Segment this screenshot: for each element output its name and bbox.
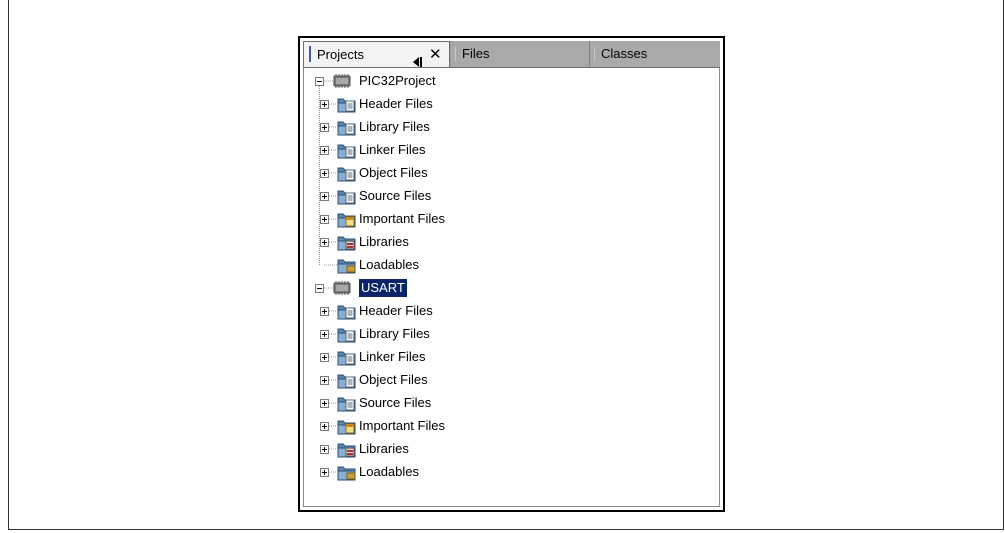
tab-bar: Projects ✕ Files Classes <box>303 41 720 68</box>
project-chip-icon <box>333 74 351 93</box>
tree-node-label[interactable]: Linker Files <box>359 348 425 366</box>
toggle-plus-bar <box>324 424 325 429</box>
tree-node-label-selected[interactable]: USART <box>359 279 407 297</box>
toggle-plus-bar <box>324 470 325 475</box>
tree-node-label[interactable]: Header Files <box>359 95 433 113</box>
toggle-minus-bar <box>317 81 322 82</box>
expand-toggle[interactable] <box>320 399 329 408</box>
tab-separator <box>455 47 456 61</box>
tree-node-label[interactable]: Important Files <box>359 417 445 435</box>
expand-toggle[interactable] <box>320 123 329 132</box>
expand-toggle[interactable] <box>320 468 329 477</box>
toggle-plus-bar <box>324 102 325 107</box>
tab-projects[interactable]: Projects ✕ <box>303 41 450 67</box>
expand-toggle[interactable] <box>320 353 329 362</box>
expand-toggle[interactable] <box>320 422 329 431</box>
tree-node-label[interactable]: Loadables <box>359 256 419 274</box>
tab-files[interactable]: Files <box>451 41 589 67</box>
tree-node-label[interactable]: Linker Files <box>359 141 425 159</box>
tree-node-label[interactable]: Header Files <box>359 302 433 320</box>
tree-node-label[interactable]: Object Files <box>359 164 428 182</box>
tab-files-label: Files <box>462 46 490 61</box>
tree-node-label[interactable]: Libraries <box>359 440 409 458</box>
folder-doc-icon <box>337 96 357 118</box>
toggle-plus-bar <box>324 217 325 222</box>
tree-node-label[interactable]: Source Files <box>359 394 431 412</box>
expand-toggle[interactable] <box>320 445 329 454</box>
tab-separator <box>594 47 595 61</box>
folder-doc-icon <box>337 395 357 417</box>
tree-node-label[interactable]: Library Files <box>359 325 430 343</box>
folder-important-icon <box>337 211 357 233</box>
toggle-plus-bar <box>324 401 325 406</box>
folder-doc-icon <box>337 142 357 164</box>
folder-doc-icon <box>337 326 357 348</box>
toggle-plus-bar <box>324 447 325 452</box>
expand-toggle[interactable] <box>320 215 329 224</box>
expand-toggle[interactable] <box>320 376 329 385</box>
folder-doc-icon <box>337 349 357 371</box>
tab-classes[interactable]: Classes <box>589 41 720 67</box>
folder-lib-icon <box>337 234 357 256</box>
folder-doc-icon <box>337 165 357 187</box>
expand-toggle[interactable] <box>320 307 329 316</box>
project-chip-icon <box>333 281 351 300</box>
tree-node-label[interactable]: Library Files <box>359 118 430 136</box>
close-icon[interactable]: ✕ <box>429 42 442 68</box>
tree-node-label[interactable]: Loadables <box>359 463 419 481</box>
expand-toggle[interactable] <box>320 192 329 201</box>
collapse-toggle[interactable] <box>315 284 324 293</box>
folder-load-icon <box>337 257 357 279</box>
folder-lib-icon <box>337 441 357 463</box>
toggle-plus-bar <box>324 355 325 360</box>
toggle-minus-bar <box>317 288 322 289</box>
folder-load-icon <box>337 464 357 486</box>
tree-node-label[interactable]: Important Files <box>359 210 445 228</box>
collapse-toggle[interactable] <box>315 77 324 86</box>
tab-projects-label: Projects <box>317 47 364 62</box>
expand-toggle[interactable] <box>320 100 329 109</box>
projects-panel: Projects ✕ Files Classes PIC32Project Hea… <box>298 36 725 512</box>
expand-toggle[interactable] <box>320 146 329 155</box>
folder-doc-icon <box>337 303 357 325</box>
toggle-plus-bar <box>324 332 325 337</box>
tab-classes-label: Classes <box>601 46 648 61</box>
toggle-plus-bar <box>324 171 325 176</box>
expand-toggle[interactable] <box>320 238 329 247</box>
toggle-plus-bar <box>324 309 325 314</box>
folder-important-icon <box>337 418 357 440</box>
toggle-plus-bar <box>324 240 325 245</box>
tree-node-label[interactable]: Libraries <box>359 233 409 251</box>
tree-node-label[interactable]: Object Files <box>359 371 428 389</box>
tree-node-label[interactable]: Source Files <box>359 187 431 205</box>
expand-toggle[interactable] <box>320 330 329 339</box>
folder-doc-icon <box>337 372 357 394</box>
active-tab-marker <box>309 46 311 62</box>
toggle-plus-bar <box>324 148 325 153</box>
toggle-plus-bar <box>324 125 325 130</box>
folder-doc-icon <box>337 188 357 210</box>
tree-node-label[interactable]: PIC32Project <box>359 72 436 90</box>
toggle-plus-bar <box>324 194 325 199</box>
toggle-plus-bar <box>324 378 325 383</box>
expand-toggle[interactable] <box>320 169 329 178</box>
project-tree[interactable]: PIC32Project Header Files Library Files Lin… <box>303 68 720 507</box>
folder-doc-icon <box>337 119 357 141</box>
